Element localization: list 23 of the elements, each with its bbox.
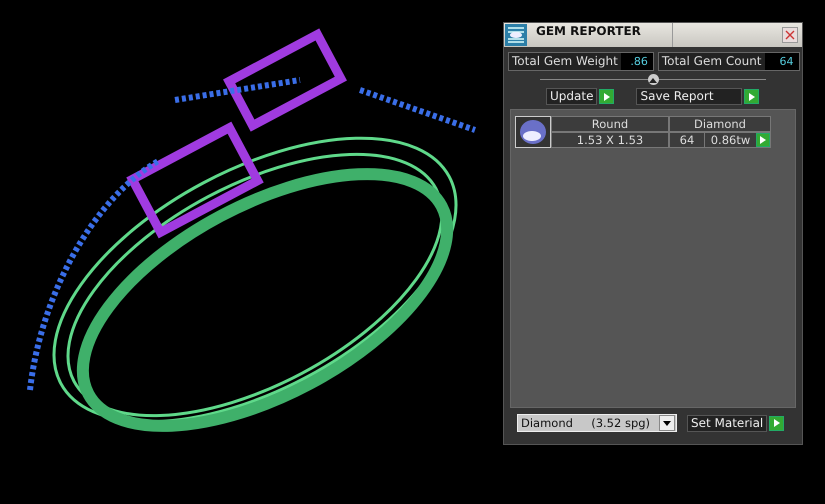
play-arrow-button[interactable]: [769, 416, 784, 430]
window-title: GEM REPORTER: [535, 23, 642, 40]
set-material-button[interactable]: Set Material: [687, 414, 768, 432]
action-button[interactable]: Save Report: [636, 88, 742, 105]
gem-report-icon: [505, 24, 527, 46]
table-cell: 1.53 X 1.53: [551, 132, 669, 148]
gem-thumbnail: [515, 116, 551, 148]
play-arrow-button[interactable]: [744, 89, 760, 104]
collapse-handle[interactable]: [648, 74, 658, 85]
close-button[interactable]: [782, 27, 798, 43]
caret-up-icon: [649, 76, 657, 82]
table-cell: Round: [551, 116, 669, 132]
play-icon: [748, 92, 755, 100]
table-cell: 64: [670, 133, 705, 147]
action-button[interactable]: Update: [546, 88, 598, 105]
material-dropdown[interactable]: Diamond (3.52 spg): [517, 414, 677, 432]
play-icon: [760, 136, 766, 144]
play-icon: [774, 419, 780, 427]
play-icon: [604, 92, 610, 100]
table-cell: Diamond: [669, 116, 771, 132]
table-cell-text: 0.86tw: [710, 133, 752, 147]
close-icon: [785, 30, 795, 40]
play-arrow-button[interactable]: [599, 89, 614, 104]
